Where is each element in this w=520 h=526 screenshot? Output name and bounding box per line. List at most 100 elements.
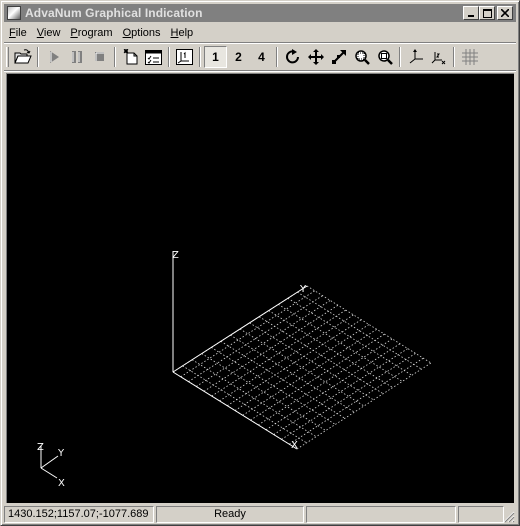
triad-x-label: X	[58, 478, 65, 489]
pause-button[interactable]	[65, 46, 88, 68]
stop-icon	[94, 52, 104, 61]
zoom-button[interactable]	[373, 46, 396, 68]
view-4-button[interactable]: 4	[250, 46, 273, 68]
menu-help-label: elp	[178, 26, 194, 39]
grid-line	[219, 314, 354, 402]
grid-line	[211, 347, 336, 425]
menu-options[interactable]: Options	[118, 27, 166, 39]
grid-icon	[461, 49, 478, 65]
zoom-icon	[377, 50, 393, 65]
toolbar-separator	[399, 47, 401, 67]
toolbar: 1 2 4	[4, 45, 481, 69]
toolbar-separator	[276, 47, 278, 67]
triad-y-line	[40, 455, 59, 469]
y-axis-label: Y	[299, 284, 307, 295]
close-button[interactable]	[497, 6, 513, 20]
menu-program[interactable]: Program	[65, 27, 117, 39]
x-axis-label: X	[291, 440, 298, 451]
menu-options-label: ptions	[131, 26, 161, 39]
menu-program-accel: P	[70, 26, 78, 39]
graphics-viewport[interactable]: Z Y X Z Y X	[6, 73, 514, 503]
main-axes: Z Y X	[172, 250, 308, 451]
menu-view[interactable]: View	[32, 27, 66, 39]
open-folder-icon	[13, 49, 32, 64]
view-1-button[interactable]: 1	[204, 46, 227, 68]
scene-canvas[interactable]: Z Y X Z Y X	[7, 74, 514, 503]
app-icon[interactable]	[7, 6, 21, 20]
maximize-icon	[482, 8, 492, 18]
grid-line	[234, 324, 370, 411]
pan-button[interactable]	[304, 46, 327, 68]
toolbar-area: 1 2 4	[4, 42, 516, 71]
grid-line	[180, 290, 315, 378]
application-window: AdvaNum Graphical Indication File View P…	[0, 0, 520, 526]
pause-icon	[71, 51, 82, 63]
status-pane-4	[458, 506, 504, 523]
minimize-icon	[468, 15, 474, 17]
grid-line	[201, 353, 326, 431]
menu-options-accel: O	[122, 26, 132, 39]
zoom-window-icon	[354, 50, 370, 65]
menu-help[interactable]: Help	[166, 27, 199, 39]
menu-file-accel: F	[9, 26, 16, 39]
grid-line	[230, 334, 355, 413]
caption-buttons	[463, 6, 513, 20]
menu-file-label: ile	[15, 26, 27, 39]
zoom-extents-icon	[331, 50, 346, 64]
play-icon	[49, 51, 59, 63]
menu-bar: File View Program Options Help	[4, 23, 516, 42]
grid-line	[258, 338, 393, 426]
status-text: Ready	[156, 506, 304, 523]
view-2-button[interactable]: 2	[227, 46, 250, 68]
show-axes-button[interactable]	[173, 46, 196, 68]
zoom-extents-button[interactable]	[327, 46, 350, 68]
axes-icon	[409, 49, 423, 64]
grid-button[interactable]	[458, 46, 481, 68]
toolbar-separator	[453, 47, 455, 67]
axis-triad: Z Y X	[37, 442, 65, 489]
menu-view-accel: V	[36, 26, 44, 39]
zoom-window-button[interactable]	[350, 46, 373, 68]
close-icon	[501, 9, 509, 17]
axes-labeled-button[interactable]	[427, 46, 450, 68]
minimize-button[interactable]	[463, 6, 479, 20]
status-pane-3	[306, 506, 456, 523]
run-button[interactable]	[42, 46, 65, 68]
z-axis-label: Z	[172, 250, 179, 261]
triad-x-line	[40, 467, 58, 479]
grid-line	[273, 348, 408, 435]
maximize-button[interactable]	[479, 6, 495, 20]
table-grid	[172, 285, 432, 450]
axes-frame-icon	[176, 49, 193, 65]
y-axis-line	[172, 285, 308, 373]
grid-line	[281, 353, 416, 440]
axes-button[interactable]	[404, 46, 427, 68]
grid-line	[249, 322, 374, 401]
toolbar-gripper[interactable]	[6, 47, 9, 67]
open-button[interactable]	[11, 46, 34, 68]
status-bar: 1430.152;1157.07;-1077.689 Ready	[4, 506, 516, 524]
toolbar-separator	[199, 47, 201, 67]
grid-line	[242, 328, 377, 416]
title-bar[interactable]: AdvaNum Graphical Indication	[4, 4, 516, 22]
size-grip-icon[interactable]	[503, 511, 515, 523]
grid-line	[278, 304, 403, 382]
axes-labeled-icon	[431, 52, 446, 65]
menu-view-label: iew	[43, 26, 61, 39]
toolbar-separator	[37, 47, 39, 67]
checklist-icon	[145, 49, 162, 65]
new-program-button[interactable]	[119, 46, 142, 68]
stop-button[interactable]	[88, 46, 111, 68]
grid-line	[191, 359, 317, 438]
grid-line	[196, 300, 331, 387]
new-document-icon	[123, 49, 137, 65]
x-axis-line	[172, 371, 298, 450]
toolbar-separator	[168, 47, 170, 67]
checklist-button[interactable]	[142, 46, 165, 68]
menu-program-label: rogram	[77, 26, 113, 39]
rotate-button[interactable]	[281, 46, 304, 68]
grid-line	[268, 310, 393, 388]
toolbar-separator	[114, 47, 116, 67]
menu-file[interactable]: File	[4, 27, 32, 39]
triad-z-label: Z	[37, 442, 44, 453]
